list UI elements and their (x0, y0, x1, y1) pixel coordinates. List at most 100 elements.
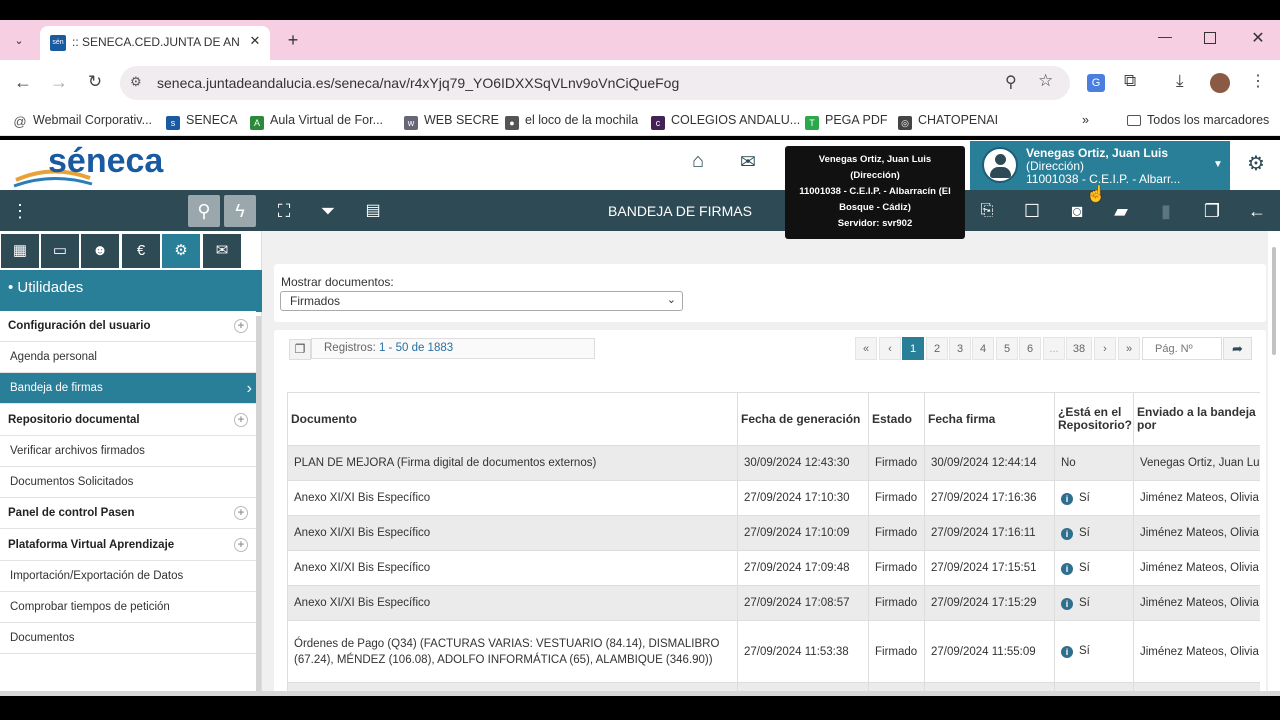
info-icon[interactable]: i (1061, 492, 1073, 505)
sidebar-item-importacion[interactable]: Importación/Exportación de Datos (0, 561, 256, 592)
copy-icon[interactable]: ❐ (1192, 191, 1232, 231)
bookmark-aula-virtual[interactable]: A Aula Virtual de For... (250, 104, 383, 136)
omnibox[interactable]: ⚙ seneca.juntadeandalucia.es/seneca/nav/… (120, 66, 1070, 100)
plus-icon[interactable]: + (234, 413, 248, 427)
restore-icon[interactable] (1204, 32, 1216, 44)
forward-icon[interactable]: → (48, 72, 70, 93)
page-scrollbar[interactable] (1268, 231, 1280, 696)
page-6-button[interactable]: 6 (1019, 337, 1041, 360)
last-page-button[interactable]: » (1118, 337, 1140, 360)
euro-icon[interactable]: € (122, 234, 160, 268)
page-number-input[interactable] (1142, 337, 1222, 360)
bookmark-webmail[interactable]: @ Webmail Corporativ... (13, 104, 152, 136)
sidebar-item-pasen[interactable]: Panel de control Pasen + (0, 498, 256, 529)
bookmark-chatopenai[interactable]: ◎ CHATOPENAI (898, 104, 998, 136)
close-window-icon[interactable]: ✕ (1248, 28, 1268, 48)
home-icon[interactable]: ⌂ (686, 150, 710, 173)
go-page-arrow-icon[interactable]: ➦ (1223, 337, 1252, 360)
bookmark-loco-mochila[interactable]: ● el loco de la mochila (505, 104, 638, 136)
sidebar-item-plataforma[interactable]: Plataforma Virtual Aprendizaje + (0, 530, 256, 561)
column-header-repositorio[interactable]: ¿Está en el Repositorio? (1054, 392, 1134, 446)
sidebar-item-agenda[interactable]: Agenda personal (0, 342, 256, 373)
new-tab-button[interactable]: + (282, 30, 304, 52)
table-row[interactable]: Anexo XI/XI Bis Específico 27/09/2024 17:… (287, 585, 1260, 621)
tab-search-button[interactable]: ⌄ (8, 30, 30, 52)
extensions-icon[interactable]: ⧉ (1124, 71, 1136, 91)
info-icon[interactable]: i (1061, 597, 1073, 610)
gear-icon[interactable]: ⚙ (1244, 151, 1268, 176)
sidebar-scrollbar[interactable] (256, 316, 261, 696)
first-page-button[interactable]: « (855, 337, 877, 360)
bookmark-pega-pdf[interactable]: T PEGA PDF (805, 104, 888, 136)
column-header-enviado[interactable]: Enviado a la bandeja por (1133, 392, 1260, 446)
plus-icon[interactable]: + (234, 319, 248, 333)
table-row[interactable]: Anexo XI/XI Bis Específico 27/09/2024 17:… (287, 550, 1260, 586)
user-box[interactable]: Venegas Ortiz, Juan Luis (Dirección) 110… (970, 141, 1230, 190)
filter-icon[interactable]: ⏷ (308, 191, 348, 231)
all-bookmarks[interactable]: Todos los marcadores (1127, 104, 1269, 136)
column-header-fecha-generacion[interactable]: Fecha de generación (737, 392, 869, 446)
back-arrow-icon[interactable]: ← (1237, 191, 1277, 231)
info-icon[interactable]: i (1061, 646, 1073, 658)
bookmark-web-secre[interactable]: w WEB SECRE (404, 104, 499, 136)
next-page-button[interactable]: › (1094, 337, 1116, 360)
sidebar-item-documentos[interactable]: Documentos (0, 623, 256, 654)
search-icon[interactable]: ⚲ (188, 195, 220, 227)
page-1-button[interactable]: 1 (902, 337, 924, 360)
translate-icon[interactable]: G (1087, 74, 1105, 92)
bookmark-star-icon[interactable]: ☆ (1038, 71, 1053, 91)
reload-icon[interactable]: ↻ (84, 72, 106, 92)
checkbox-icon[interactable]: ☐ (1012, 191, 1052, 231)
column-header-fecha-firma[interactable]: Fecha firma (924, 392, 1055, 446)
browser-tab[interactable]: sén :: SENECA.CED.JUNTA DE ANDA ✕ (40, 26, 270, 60)
url-text[interactable]: seneca.juntadeandalucia.es/seneca/nav/r4… (157, 75, 679, 91)
sidebar-item-tiempos[interactable]: Comprobar tiempos de petición (0, 592, 256, 623)
students-icon[interactable]: ☻ (81, 234, 119, 268)
sidebar-item-configuracion[interactable]: Configuración del usuario + (0, 311, 256, 342)
prev-page-button[interactable]: ‹ (879, 337, 901, 360)
sign-document-icon[interactable]: ⎘ (967, 191, 1007, 231)
messages-icon[interactable]: ✉ (203, 234, 241, 268)
bookmark-seneca[interactable]: s SENECA (166, 104, 237, 136)
plus-icon[interactable]: + (234, 506, 248, 520)
back-icon[interactable]: ← (12, 72, 34, 93)
table-row[interactable]: Anexo XI/XI Bis Específico 27/09/2024 17:… (287, 480, 1260, 516)
page-2-button[interactable]: 2 (926, 337, 948, 360)
plus-icon[interactable]: + (234, 538, 248, 552)
browser-menu-icon[interactable]: ⋮ (1250, 71, 1266, 91)
more-bookmarks-icon[interactable]: » (1082, 104, 1089, 136)
id-card-icon[interactable]: ▭ (41, 234, 79, 268)
mail-icon[interactable]: ✉ (736, 151, 760, 174)
table-row[interactable]: PLAN DE MEJORA (Firma digital de documen… (287, 445, 1260, 481)
building-icon[interactable]: ▦ (1, 234, 39, 268)
sidebar-item-documentos-solicitados[interactable]: Documentos Solicitados (0, 467, 256, 498)
bottom-scrollbar[interactable] (0, 691, 1280, 696)
table-row[interactable]: Anexo XI/XI Bis Específico 27/09/2024 17:… (287, 515, 1260, 551)
folder-open-icon[interactable]: ▰ (1101, 191, 1141, 231)
table-row[interactable]: Órdenes de Pago (Q34) (FACTURAS VARIAS: … (287, 620, 1260, 683)
lightning-icon[interactable]: ϟ (224, 195, 256, 227)
copy-records-icon[interactable]: ❐ (289, 339, 311, 360)
close-tab-icon[interactable]: ✕ (245, 31, 265, 51)
utilities-gears-icon[interactable]: ⚙ (162, 234, 200, 268)
download-icon[interactable]: ⤓ (1176, 71, 1184, 91)
info-icon[interactable]: i (1061, 527, 1073, 540)
sidebar-item-repositorio[interactable]: Repositorio documental + (0, 405, 256, 436)
kebab-menu-icon[interactable]: ⋮ (0, 191, 40, 231)
page-4-button[interactable]: 4 (972, 337, 994, 360)
minimize-icon[interactable]: — (1155, 28, 1175, 44)
trash-icon[interactable]: ▮ (1146, 191, 1186, 231)
sidebar-item-verificar[interactable]: Verificar archivos firmados (0, 436, 256, 467)
seneca-logo[interactable]: séneca (12, 142, 163, 188)
site-info-icon[interactable]: ⚙ (130, 74, 142, 90)
bookmark-colegios[interactable]: c COLEGIOS ANDALU... (651, 104, 800, 136)
profile-avatar[interactable] (1210, 73, 1230, 93)
column-header-documento[interactable]: Documento (287, 392, 738, 446)
sidebar-item-bandeja-firmas[interactable]: Bandeja de firmas › (0, 373, 256, 404)
zoom-icon[interactable]: ⚲ (1005, 72, 1017, 92)
column-header-estado[interactable]: Estado (868, 392, 925, 446)
page-5-button[interactable]: 5 (996, 337, 1018, 360)
info-icon[interactable]: i (1061, 562, 1073, 575)
pdf-icon[interactable]: ▤ (353, 191, 393, 231)
document-filter-select[interactable]: Firmados ⌄ (280, 291, 683, 311)
